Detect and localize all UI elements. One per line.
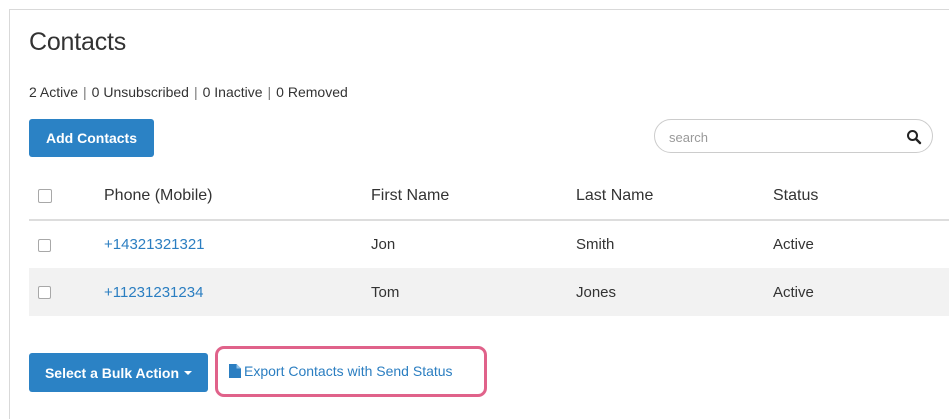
row-select-cell bbox=[29, 268, 104, 316]
count-removed: 0 Removed bbox=[276, 84, 348, 100]
last-name-cell: Smith bbox=[576, 236, 615, 253]
first-name-cell: Jon bbox=[371, 236, 396, 253]
row-select-cell bbox=[29, 220, 104, 268]
add-contacts-button[interactable]: Add Contacts bbox=[29, 119, 154, 157]
row-checkbox[interactable] bbox=[38, 286, 51, 300]
count-separator: | bbox=[193, 84, 198, 100]
contacts-table: Phone (Mobile) First Name Last Name Stat… bbox=[29, 173, 949, 316]
search-icon[interactable] bbox=[906, 129, 922, 145]
caret-down-icon bbox=[184, 370, 193, 375]
count-separator: | bbox=[267, 84, 272, 100]
file-icon bbox=[229, 364, 241, 378]
table-header-row: Phone (Mobile) First Name Last Name Stat… bbox=[29, 173, 949, 221]
phone-link[interactable]: +14321321321 bbox=[104, 236, 205, 253]
row-checkbox[interactable] bbox=[38, 238, 51, 252]
table-row: +14321321321 Jon Smith Active bbox=[29, 220, 949, 268]
first-name-cell: Tom bbox=[371, 268, 576, 316]
page-title: Contacts bbox=[29, 28, 127, 56]
status-cell: Active bbox=[773, 236, 814, 253]
bulk-action-label: Select a Bulk Action bbox=[44, 364, 180, 381]
column-header-phone[interactable]: Phone (Mobile) bbox=[104, 173, 371, 221]
count-unsubscribed: 0 Unsubscribed bbox=[91, 84, 189, 100]
export-highlight: Export Contacts with Send Status bbox=[215, 346, 487, 397]
bulk-action-button[interactable]: Select a Bulk Action bbox=[29, 353, 208, 392]
select-all-checkbox[interactable] bbox=[38, 188, 52, 203]
phone-cell: +11231231234 bbox=[104, 268, 371, 316]
count-active: 2 Active bbox=[29, 84, 79, 100]
phone-cell: +14321321321 bbox=[104, 220, 371, 268]
phone-link[interactable]: +11231231234 bbox=[104, 284, 203, 301]
table-row: +11231231234 Tom Jones Active bbox=[29, 268, 949, 316]
export-contacts-link[interactable]: Export Contacts with Send Status bbox=[229, 363, 453, 379]
column-header-status[interactable]: Status bbox=[773, 173, 949, 221]
count-separator: | bbox=[83, 84, 87, 100]
column-header-first-name[interactable]: First Name bbox=[371, 173, 576, 221]
select-all-cell bbox=[29, 173, 104, 221]
search-box bbox=[654, 119, 933, 153]
last-name-cell: Jones bbox=[576, 268, 773, 316]
count-inactive: 0 Inactive bbox=[202, 84, 263, 100]
search-input[interactable] bbox=[669, 127, 889, 147]
column-header-last-name[interactable]: Last Name bbox=[576, 173, 773, 221]
export-label: Export Contacts with Send Status bbox=[244, 363, 453, 379]
contact-counts: 2 Active | 0 Unsubscribed | 0 Inactive | 0 Rem… bbox=[29, 84, 348, 100]
status-cell: Active bbox=[773, 268, 949, 316]
